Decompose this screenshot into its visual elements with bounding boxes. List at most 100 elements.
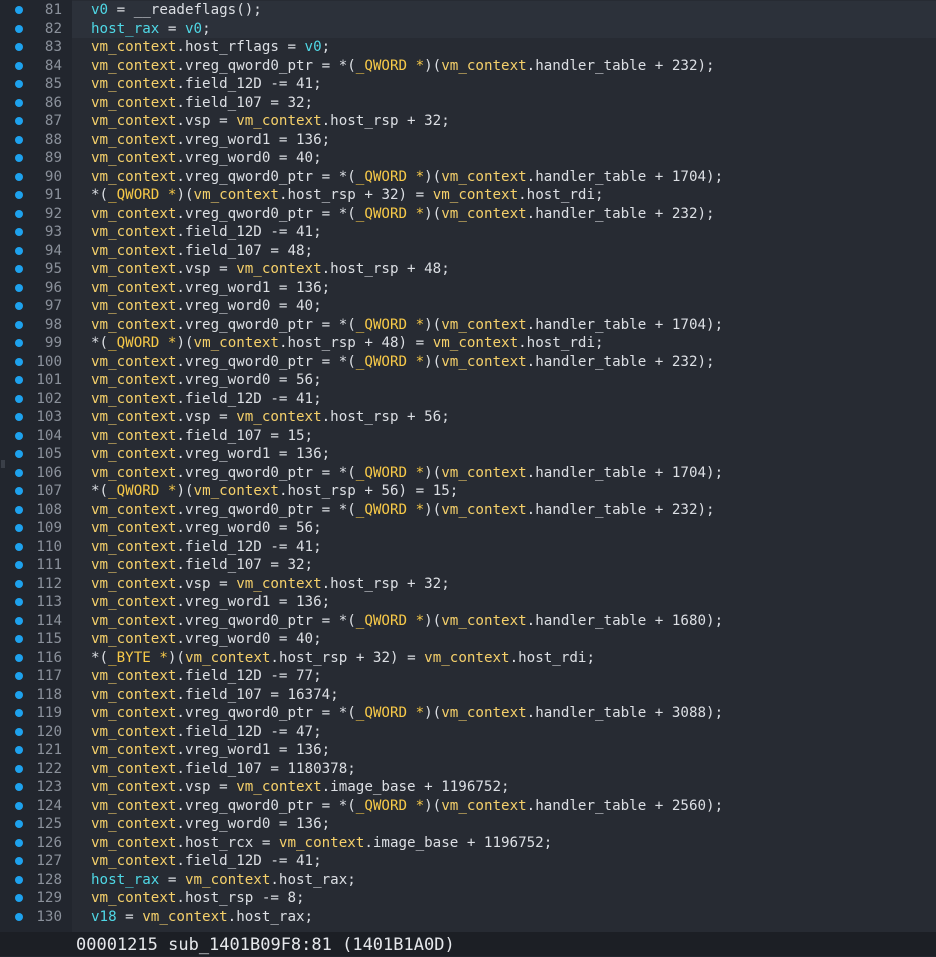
identifier-token[interactable]: vm_context [91,58,176,74]
breakpoint-dot-icon[interactable] [15,135,23,144]
code-token[interactable]: )( [424,58,441,74]
identifier-token[interactable]: vm_context [236,409,321,425]
code-text[interactable]: vm_context.field_12D -= 77; [91,667,322,686]
code-line[interactable]: 98 vm_context.vreg_qword0_ptr = *(_QWORD … [0,316,936,335]
identifier-token[interactable]: vm_context [91,261,176,277]
code-line[interactable]: 108 vm_context.vreg_qword0_ptr = *(_QWORD… [0,501,936,520]
breakpoint-dot-icon[interactable] [15,561,23,569]
breakpoint-dot-icon[interactable] [15,209,23,218]
code-token[interactable]: )( [424,465,441,481]
code-line[interactable]: 115 vm_context.vreg_word0 = 40; [0,630,936,649]
breakpoint-dot-icon[interactable] [15,117,23,125]
breakpoint-dot-icon[interactable] [15,838,23,847]
identifier-token[interactable]: vm_context [91,354,176,370]
code-line[interactable]: 114 vm_context.vreg_qword0_ptr = *(_QWORD… [0,612,936,631]
code-token[interactable]: .handler_table + 232); [527,502,715,518]
code-token[interactable]: .field_107 = 1180378; [176,761,355,777]
identifier-token[interactable]: vm_context [91,687,176,703]
code-line[interactable]: 111 vm_context.field_107 = 32; [0,556,936,575]
code-token[interactable]: .handler_table + 2560); [527,798,723,814]
code-text[interactable]: vm_context.vsp = vm_context.host_rsp + 5… [91,408,450,427]
code-line[interactable]: 86 vm_context.field_107 = 32; [0,94,936,113]
code-token[interactable]: .host_rflags = [176,39,304,55]
breakpoint-dot-icon[interactable] [15,228,23,236]
identifier-token[interactable]: vm_context [185,872,270,888]
code-token[interactable]: )( [176,483,193,499]
code-line[interactable]: 103 vm_context.vsp = vm_context.host_rsp … [0,408,936,427]
code-token[interactable]: = [159,21,185,37]
type-token[interactable]: _QWORD * [108,335,176,351]
code-line[interactable]: 104 vm_context.field_107 = 15; [0,427,936,446]
code-token[interactable]: .field_107 = 32; [176,557,313,573]
type-token[interactable]: _QWORD * [356,465,424,481]
identifier-token[interactable]: vm_context [194,335,279,351]
code-text[interactable]: v18 = vm_context.host_rax; [91,908,313,927]
breakpoint-dot-icon[interactable] [15,320,23,329]
code-line[interactable]: 118 vm_context.field_107 = 16374; [0,686,936,705]
identifier-token[interactable]: vm_context [91,631,176,647]
code-token[interactable]: .host_rsp + 32; [322,576,450,592]
code-token[interactable]: .vreg_word1 = 136; [176,594,330,610]
code-line[interactable]: 88 vm_context.vreg_word1 = 136; [0,131,936,150]
code-line[interactable]: 101 vm_context.vreg_word0 = 56; [0,371,936,390]
code-token[interactable]: .host_rax; [228,909,313,925]
identifier-token[interactable]: vm_context [441,58,526,74]
code-token[interactable]: .handler_table + 232); [527,206,715,222]
code-token[interactable]: .handler_table + 232); [527,354,715,370]
code-text[interactable]: vm_context.field_107 = 32; [91,556,313,575]
code-text[interactable]: vm_context.field_12D -= 47; [91,723,322,742]
code-token[interactable]: .vreg_qword0_ptr = *( [176,798,355,814]
identifier-token[interactable]: vm_context [441,169,526,185]
breakpoint-dot-icon[interactable] [15,61,23,70]
code-token[interactable]: .field_12D -= 77; [176,668,321,684]
identifier-token[interactable]: vm_context [91,113,176,129]
code-line[interactable]: 105 vm_context.vreg_word1 = 136; [0,445,936,464]
breakpoint-dot-icon[interactable] [15,857,23,865]
breakpoint-dot-icon[interactable] [15,283,23,292]
identifier-token[interactable]: v0 [185,21,202,37]
code-token[interactable]: .image_base + 1196752; [322,779,510,795]
code-token[interactable]: .vreg_qword0_ptr = *( [176,705,355,721]
breakpoint-dot-icon[interactable] [15,487,23,495]
code-line[interactable]: 129 vm_context.host_rsp -= 8; [0,889,936,908]
code-token[interactable]: ; [202,21,211,37]
code-line[interactable]: 121 vm_context.vreg_word1 = 136; [0,741,936,760]
identifier-token[interactable]: vm_context [236,576,321,592]
code-line[interactable]: 90 vm_context.vreg_qword0_ptr = *(_QWORD … [0,168,936,187]
code-token[interactable]: .field_107 = 32; [176,95,313,111]
code-token[interactable]: .vreg_qword0_ptr = *( [176,206,355,222]
code-token[interactable]: .vreg_qword0_ptr = *( [176,317,355,333]
code-text[interactable]: vm_context.vreg_word0 = 40; [91,149,322,168]
identifier-token[interactable]: vm_context [91,169,176,185]
code-token[interactable]: .field_12D -= 41; [176,853,321,869]
breakpoint-dot-icon[interactable] [15,709,23,717]
code-line[interactable]: 92 vm_context.vreg_qword0_ptr = *(_QWORD … [0,205,936,224]
identifier-token[interactable]: vm_context [91,150,176,166]
code-text[interactable]: vm_context.vsp = vm_context.host_rsp + 4… [91,260,450,279]
type-token[interactable]: _QWORD * [356,317,424,333]
identifier-token[interactable]: vm_context [236,113,321,129]
identifier-token[interactable]: vm_context [91,835,176,851]
code-token[interactable]: .vreg_word1 = 136; [176,446,330,462]
code-token[interactable]: .vsp = [176,113,236,129]
type-token[interactable]: _QWORD * [108,483,176,499]
code-text[interactable]: vm_context.field_12D -= 41; [91,538,322,557]
code-token[interactable]: .vreg_qword0_ptr = *( [176,58,355,74]
code-line[interactable]: 123 vm_context.vsp = vm_context.image_bas… [0,778,936,797]
identifier-token[interactable]: vm_context [91,742,176,758]
code-text[interactable]: vm_context.field_107 = 32; [91,94,313,113]
identifier-token[interactable]: vm_context [91,206,176,222]
identifier-token[interactable]: vm_context [91,724,176,740]
code-line[interactable]: 81 v0 = __readeflags(); [0,1,936,20]
breakpoint-dot-icon[interactable] [15,98,23,107]
code-token[interactable]: )( [176,335,193,351]
code-text[interactable]: *(_QWORD *)(vm_context.host_rsp + 32) = … [91,186,604,205]
code-token[interactable]: = __readeflags(); [108,2,262,18]
code-text[interactable]: vm_context.field_107 = 1180378; [91,760,356,779]
code-token[interactable]: .field_12D -= 47; [176,724,321,740]
identifier-token[interactable]: v0 [91,2,108,18]
code-line[interactable]: 109 vm_context.vreg_word0 = 56; [0,519,936,538]
code-token[interactable]: .vreg_word0 = 40; [176,631,321,647]
code-line[interactable]: 113 vm_context.vreg_word1 = 136; [0,593,936,612]
breakpoint-dot-icon[interactable] [15,746,23,754]
